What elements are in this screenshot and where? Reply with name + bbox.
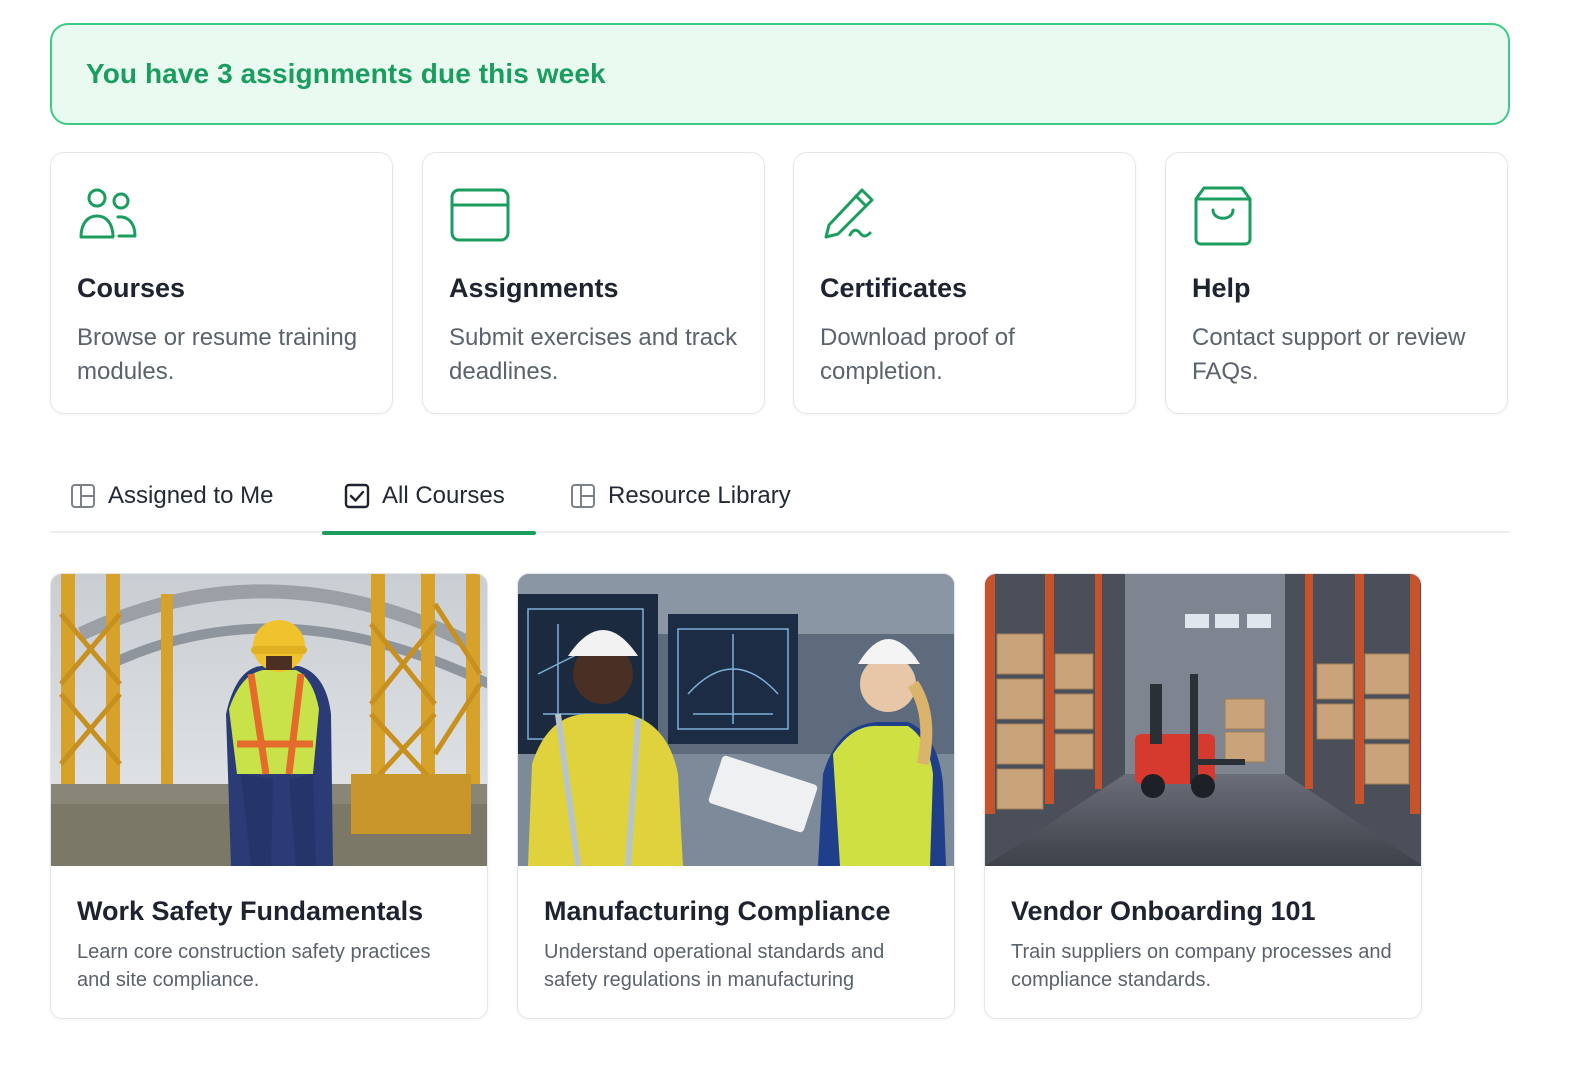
course-card-manufacturing-compliance[interactable]: Manufacturing Compliance Understand oper… <box>517 573 955 1019</box>
course-card-vendor-onboarding[interactable]: Vendor Onboarding 101 Train suppliers on… <box>984 573 1422 1019</box>
banner-text: You have 3 assignments due this week <box>86 58 606 89</box>
tab-label: Resource Library <box>608 481 791 509</box>
quick-link-help[interactable]: Help Contact support or review FAQs. <box>1165 152 1508 414</box>
quick-link-description: Contact support or review FAQs. <box>1192 324 1466 385</box>
warehouse-forklift-image <box>985 574 1421 866</box>
tab-resource-library[interactable]: Resource Library <box>570 458 791 533</box>
tab-assigned-to-me[interactable]: Assigned to Me <box>70 458 273 533</box>
users-icon <box>77 185 139 247</box>
layout-icon <box>570 483 596 509</box>
pen-icon <box>820 185 882 247</box>
course-title: Vendor Onboarding 101 <box>1011 896 1316 926</box>
course-description: Learn core construction safety practices… <box>77 941 431 991</box>
tab-all-courses[interactable]: All Courses <box>322 458 536 535</box>
quick-link-title: Assignments <box>449 273 619 303</box>
quick-link-assignments[interactable]: Assignments Submit exercises and track d… <box>422 152 765 414</box>
quick-link-title: Help <box>1192 273 1251 303</box>
layout-icon <box>70 483 96 509</box>
tab-label: Assigned to Me <box>108 481 274 509</box>
checkbox-icon <box>344 483 370 509</box>
course-title: Manufacturing Compliance <box>544 896 891 926</box>
course-title: Work Safety Fundamentals <box>77 896 424 926</box>
tab-label: All Courses <box>382 481 505 509</box>
course-card-work-safety[interactable]: Work Safety Fundamentals Learn core cons… <box>50 573 488 1019</box>
factory-engineers-image <box>518 574 954 866</box>
dashboard-page: You have 3 assignments due this week Cou… <box>0 0 1584 1088</box>
quick-link-courses[interactable]: Courses Browse or resume training module… <box>50 152 393 414</box>
course-tabs: Assigned to Me All Courses Resource Libr… <box>50 458 1510 535</box>
quick-link-description: Submit exercises and track deadlines. <box>449 324 738 385</box>
course-description: Train suppliers on company processes and… <box>1011 941 1392 991</box>
construction-worker-image <box>51 574 487 866</box>
quick-link-description: Download proof of completion. <box>820 324 1015 385</box>
quick-link-title: Certificates <box>820 273 968 303</box>
quick-link-certificates[interactable]: Certificates Download proof of completio… <box>793 152 1136 414</box>
quick-link-title: Courses <box>77 273 186 303</box>
bag-icon <box>1192 185 1254 247</box>
quick-link-description: Browse or resume training modules. <box>77 324 358 385</box>
window-icon <box>449 185 511 247</box>
course-description: Understand operational standards and saf… <box>544 941 885 991</box>
assignments-due-banner[interactable]: You have 3 assignments due this week <box>50 23 1510 125</box>
